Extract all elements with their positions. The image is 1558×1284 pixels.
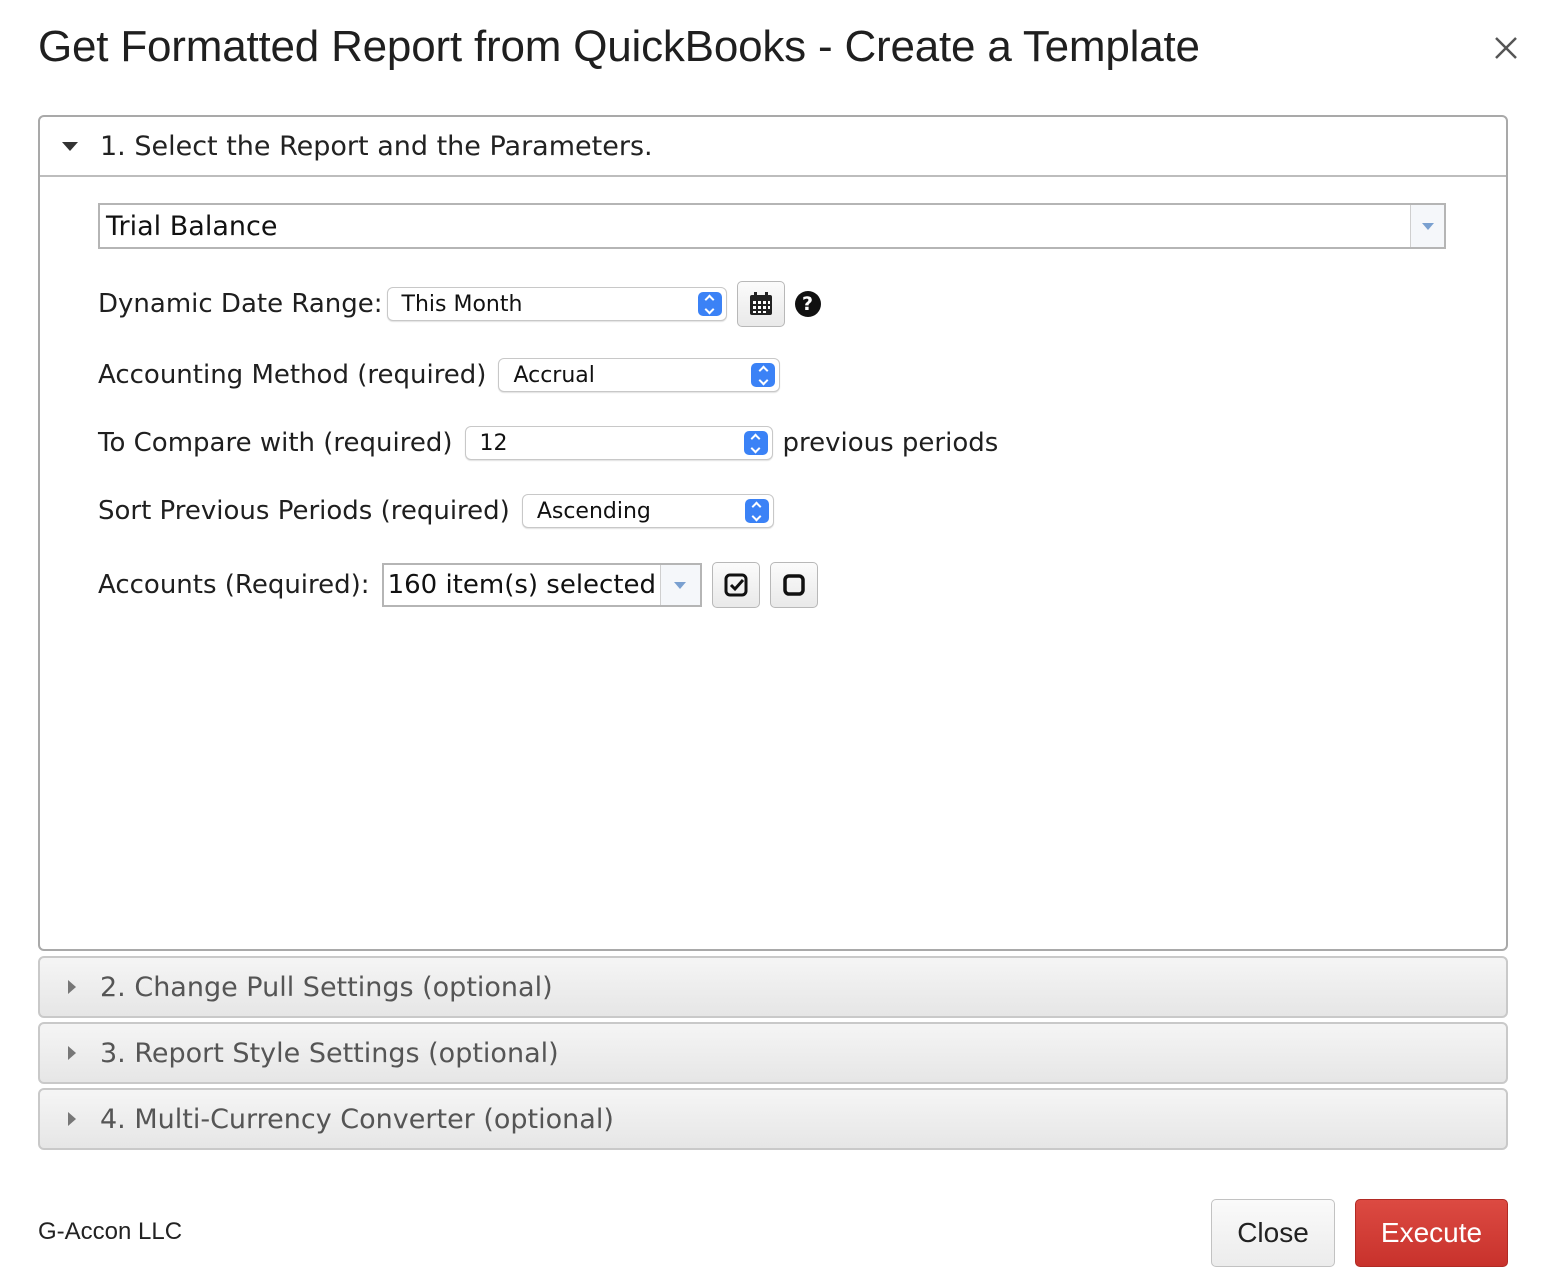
section-report-style[interactable]: 3. Report Style Settings (optional) <box>38 1022 1508 1084</box>
close-button[interactable]: Close <box>1211 1199 1335 1267</box>
calendar-button[interactable] <box>736 281 785 327</box>
compare-row: To Compare with (required) 12 previous p… <box>98 426 998 460</box>
section-title: 4. Multi-Currency Converter (optional) <box>100 1103 614 1135</box>
sort-select[interactable]: Ascending <box>521 494 774 528</box>
date-range-select[interactable]: This Month <box>386 287 727 321</box>
chevron-down-icon[interactable] <box>659 565 700 605</box>
footer-brand: G-Accon LLC <box>38 1218 183 1245</box>
date-range-row: Dynamic Date Range: This Month ? <box>98 281 821 327</box>
compare-suffix: previous periods <box>782 428 999 458</box>
execute-button[interactable]: Execute <box>1355 1199 1508 1267</box>
accounting-method-label: Accounting Method (required) <box>98 360 487 390</box>
section-title: 2. Change Pull Settings (optional) <box>100 971 553 1003</box>
select-stepper-icon <box>744 499 769 523</box>
section-multi-currency[interactable]: 4. Multi-Currency Converter (optional) <box>38 1088 1508 1150</box>
select-stepper-icon <box>743 431 768 455</box>
accounting-method-row: Accounting Method (required) Accrual <box>98 358 781 392</box>
section-title: 1. Select the Report and the Parameters. <box>100 130 653 162</box>
section-pull-settings[interactable]: 2. Change Pull Settings (optional) <box>38 956 1508 1018</box>
date-range-value: This Month <box>401 291 523 317</box>
calendar-icon <box>749 292 772 315</box>
deselect-all-button[interactable] <box>769 562 818 608</box>
help-icon[interactable]: ? <box>794 291 821 317</box>
section-report-parameters: 1. Select the Report and the Parameters.… <box>38 115 1508 951</box>
sort-row: Sort Previous Periods (required) Ascendi… <box>98 494 774 528</box>
caret-right-icon <box>68 980 76 994</box>
section-title: 3. Report Style Settings (optional) <box>100 1037 559 1069</box>
select-stepper-icon <box>697 292 722 316</box>
select-all-button[interactable] <box>711 562 760 608</box>
select-stepper-icon <box>751 363 776 387</box>
report-select-value: Trial Balance <box>106 210 278 242</box>
compare-select[interactable]: 12 <box>464 426 773 460</box>
accounting-method-select[interactable]: Accrual <box>498 358 781 392</box>
sort-label: Sort Previous Periods (required) <box>98 496 510 526</box>
close-icon[interactable] <box>1488 30 1524 66</box>
dialog-title: Get Formatted Report from QuickBooks - C… <box>38 22 1200 71</box>
sort-value: Ascending <box>536 498 651 524</box>
chevron-down-icon[interactable] <box>1410 205 1444 247</box>
section-header-1[interactable]: 1. Select the Report and the Parameters. <box>40 117 1506 177</box>
caret-down-icon <box>62 141 78 151</box>
empty-square-icon <box>782 574 805 596</box>
date-range-label: Dynamic Date Range: <box>98 289 383 319</box>
accounts-label: Accounts (Required): <box>98 570 370 600</box>
compare-value: 12 <box>479 430 508 456</box>
accounts-row: Accounts (Required): 160 item(s) selecte… <box>98 562 818 608</box>
caret-right-icon <box>68 1046 76 1060</box>
report-select[interactable]: Trial Balance <box>98 203 1446 249</box>
accounting-method-value: Accrual <box>513 362 595 388</box>
accounts-value: 160 item(s) selected <box>387 570 657 600</box>
compare-label: To Compare with (required) <box>98 428 453 458</box>
caret-right-icon <box>68 1112 76 1126</box>
accounts-select[interactable]: 160 item(s) selected <box>381 563 702 607</box>
check-square-icon <box>724 573 748 597</box>
